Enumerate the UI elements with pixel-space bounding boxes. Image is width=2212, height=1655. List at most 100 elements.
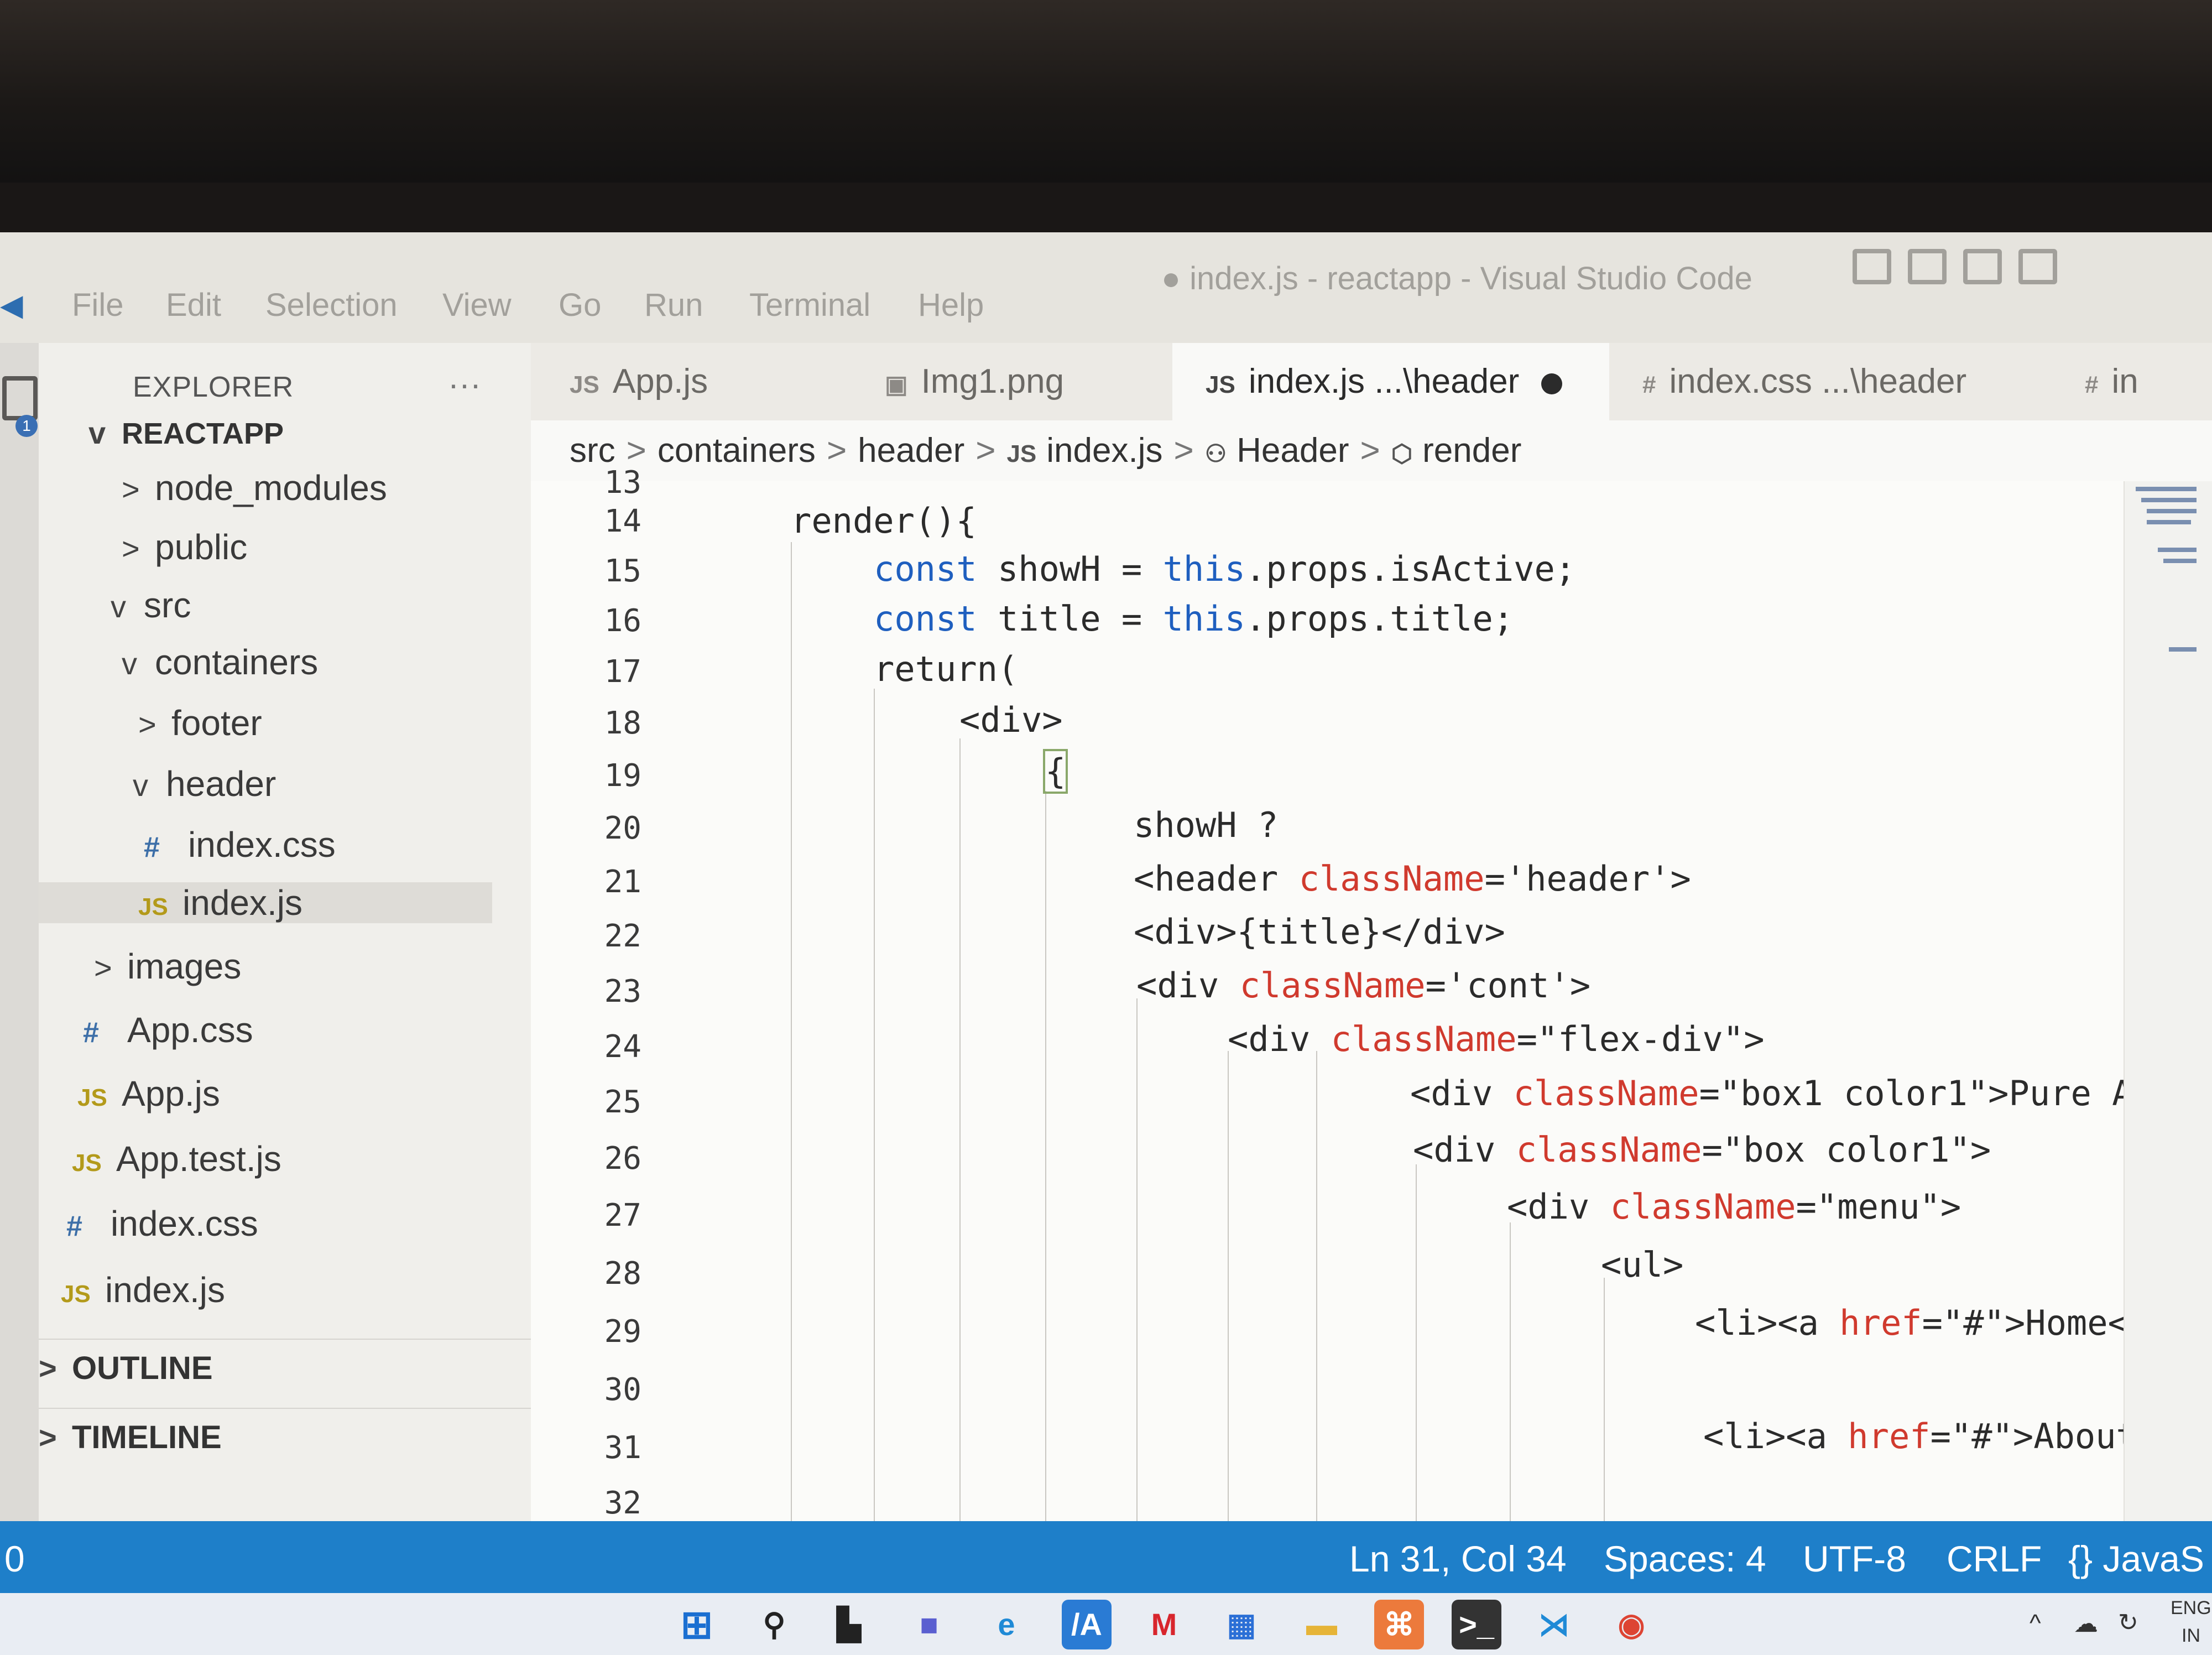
breadcrumb-render[interactable]: render [1422,431,1521,470]
tab-app-js[interactable]: JS App.js [570,343,708,420]
chevron-down-icon: v [88,415,106,450]
css-file-icon: # [83,1017,99,1049]
toggle-panel-icon[interactable] [1908,249,1947,284]
indent-guide [1045,791,1046,1521]
code-line-22: <div>{title}</div> [1134,912,1505,952]
region-indicator[interactable]: IN [2182,1625,2200,1647]
menu-view[interactable]: View [442,287,512,324]
chat-icon[interactable]: ■ [904,1600,954,1649]
line-number: 18 [604,705,641,741]
code-editor[interactable]: 13 14 15 16 17 18 19 20 21 22 23 24 25 2… [531,465,2212,1521]
chevron-right-icon: > [626,431,646,470]
vscode-icon[interactable]: ⋊ [1529,1600,1579,1649]
onedrive-icon[interactable]: ☁ [2074,1610,2098,1638]
language-indicator[interactable]: ENG [2171,1597,2211,1619]
minimap[interactable] [2124,481,2212,1521]
menu-selection[interactable]: Selection [265,287,398,324]
menu-run[interactable]: Run [644,287,703,324]
chevron-right-icon: > [122,472,140,507]
status-eol[interactable]: CRLF [1947,1538,2042,1580]
tree-file-index-css[interactable]: # index.css [66,1203,258,1244]
breadcrumb-containers[interactable]: containers [658,431,816,470]
status-cursor-position[interactable]: Ln 31, Col 34 [1349,1538,1567,1580]
vscode-window: ◀ File Edit Selection View Go Run Termin… [0,232,2212,1655]
js-file-icon: JS [61,1281,91,1308]
minimap-line [2147,509,2197,513]
code-line-31: <li><a href="#">About< [1703,1416,2158,1456]
indent-guide [1228,1051,1229,1521]
css-file-icon: # [2085,371,2099,398]
tab-img1-png[interactable]: ▣ Img1.png [885,343,1064,420]
timeline-section[interactable]: > TIMELINE [39,1419,222,1456]
folder-icon[interactable]: ▬ [1297,1600,1347,1649]
tab-index-css-header[interactable]: # index.css ...\header [1642,343,1966,420]
tree-folder-node-modules[interactable]: > node_modules [122,467,387,508]
mcafee-icon[interactable]: M [1139,1600,1189,1649]
minimap-line [2141,498,2197,502]
monitor-bezel [0,0,2212,183]
terminal-icon[interactable]: >_ [1452,1600,1501,1649]
indent-guide [1316,1051,1317,1521]
code-line-17: return( [874,649,1019,689]
vs-icon[interactable]: /A [1062,1600,1112,1649]
code-line-24: <div className="flex-div"> [1228,1019,1765,1059]
status-language[interactable]: {} JavaS [2068,1538,2204,1580]
breadcrumb-index-js[interactable]: index.js [1046,431,1162,470]
minimap-line [2158,548,2197,552]
tree-folder-public[interactable]: > public [122,527,247,568]
toggle-secondary-sidebar-icon[interactable] [1963,249,2002,284]
line-number: 31 [604,1430,641,1466]
tree-file-index-js[interactable]: JS index.js [61,1269,225,1310]
line-number: 17 [604,654,641,690]
task-view-icon[interactable]: ▙ [824,1600,874,1649]
toggle-sidebar-icon[interactable] [1853,249,1891,284]
status-encoding[interactable]: UTF-8 [1803,1538,1906,1580]
tree-file-app-js[interactable]: JS App.js [77,1073,220,1114]
line-number: 19 [604,758,641,794]
windows-icon[interactable]: ⊞ [672,1600,722,1649]
chevron-right-icon: > [1173,431,1194,470]
tab-in[interactable]: # in [2085,343,2138,420]
unsaved-dot-icon[interactable] [1541,373,1563,394]
more-actions-icon[interactable]: ··· [448,365,481,403]
tab-index-js-header[interactable]: JS index.js ...\header [1172,343,1609,420]
tree-folder-src[interactable]: v src [111,585,191,626]
breadcrumb-header-class[interactable]: Header [1237,431,1349,470]
explorer-icon[interactable] [2,376,38,420]
tree-folder-footer[interactable]: > footer [138,702,262,743]
customize-layout-icon[interactable] [2018,249,2057,284]
outline-section[interactable]: > OUTLINE [39,1350,213,1387]
menu-terminal[interactable]: Terminal [749,287,870,324]
search-icon[interactable]: ⚲ [749,1600,799,1649]
line-number: 28 [604,1256,641,1292]
minimap-line [2147,520,2191,524]
js-file-icon: JS [1206,371,1235,398]
tree-folder-containers[interactable]: v containers [122,642,318,683]
js-file-icon: JS [72,1149,102,1177]
menu-edit[interactable]: Edit [166,287,221,324]
edge-icon[interactable]: e [982,1600,1031,1649]
tree-file-app-test-js[interactable]: JS App.test.js [72,1138,281,1179]
menu-help[interactable]: Help [918,287,984,324]
workspace-root[interactable]: v REACTAPP [88,415,284,451]
tree-file-header-index-js[interactable]: JS index.js [39,882,492,923]
breadcrumb-src[interactable]: src [570,431,615,470]
status-problems[interactable]: 0 [4,1538,25,1580]
tree-file-app-css[interactable]: # App.css [83,1009,253,1050]
status-indentation[interactable]: Spaces: 4 [1604,1538,1766,1580]
sync-icon[interactable]: ↻ [2118,1609,2138,1637]
menu-file[interactable]: File [72,287,123,324]
tree-folder-header[interactable]: v header [133,763,276,804]
app-icon[interactable]: ⌘ [1374,1600,1424,1649]
code-line-15: const showH = this.props.isActive; [874,549,1576,589]
tray-chevron-up-icon[interactable]: ^ [2030,1610,2041,1637]
tree-file-header-index-css[interactable]: # index.css [144,824,336,865]
chevron-down-icon: v [111,589,126,624]
tree-folder-images[interactable]: > images [94,946,241,987]
menu-go[interactable]: Go [559,287,601,324]
store-icon[interactable]: ▦ [1217,1600,1266,1649]
code-line-18: <div> [959,700,1063,740]
chrome-icon[interactable]: ◉ [1606,1600,1656,1649]
code-line-23: <div className='cont'> [1136,965,1591,1006]
breadcrumb-header[interactable]: header [858,431,964,470]
